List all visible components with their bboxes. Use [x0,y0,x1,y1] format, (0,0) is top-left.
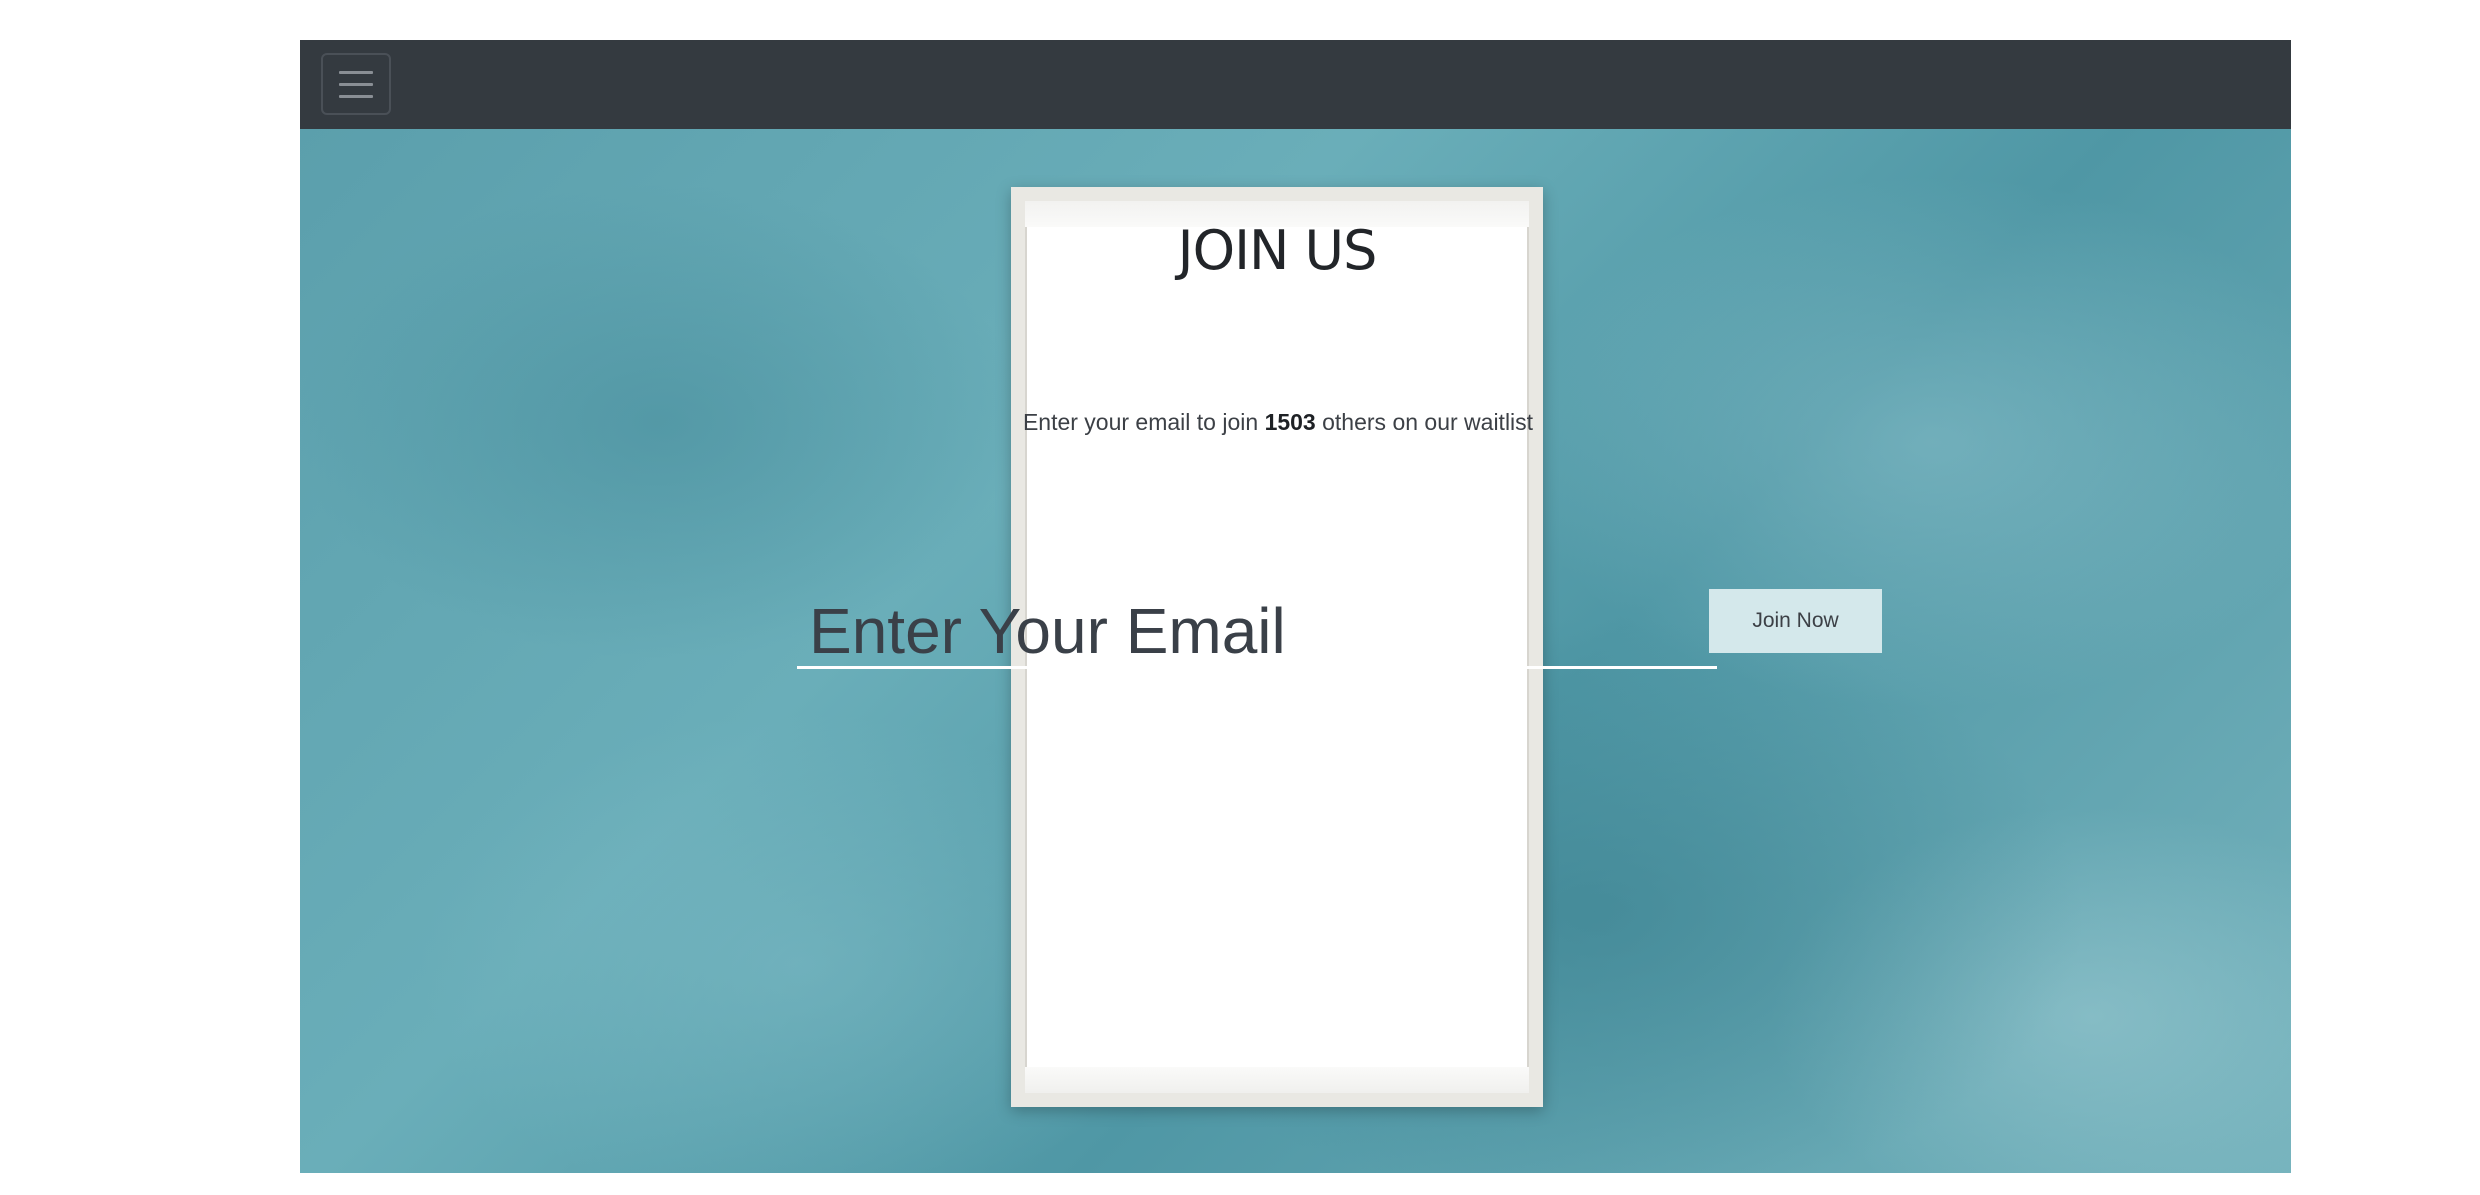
menu-toggle-button[interactable] [321,53,391,115]
email-field[interactable] [797,596,1717,669]
hamburger-menu-icon-bar [339,82,373,86]
join-now-button[interactable]: Join Now [1709,589,1882,653]
subtitle-suffix: others on our waitlist [1315,409,1534,435]
card-bevel-bottom [1025,1067,1529,1093]
page-frame: JOIN US Enter your email to join 1503 ot… [300,40,2291,1173]
hamburger-menu-icon [339,70,373,74]
page-title: JOIN US [1177,219,1378,282]
navbar [300,40,2291,129]
waitlist-count: 1503 [1264,409,1316,435]
hero-section: JOIN US Enter your email to join 1503 ot… [300,129,2291,1173]
subtitle-prefix: Enter your email to join [1022,409,1265,435]
waitlist-subtitle: Enter your email to join 1503 others on … [994,409,1562,436]
hamburger-menu-icon-bar [339,94,373,98]
